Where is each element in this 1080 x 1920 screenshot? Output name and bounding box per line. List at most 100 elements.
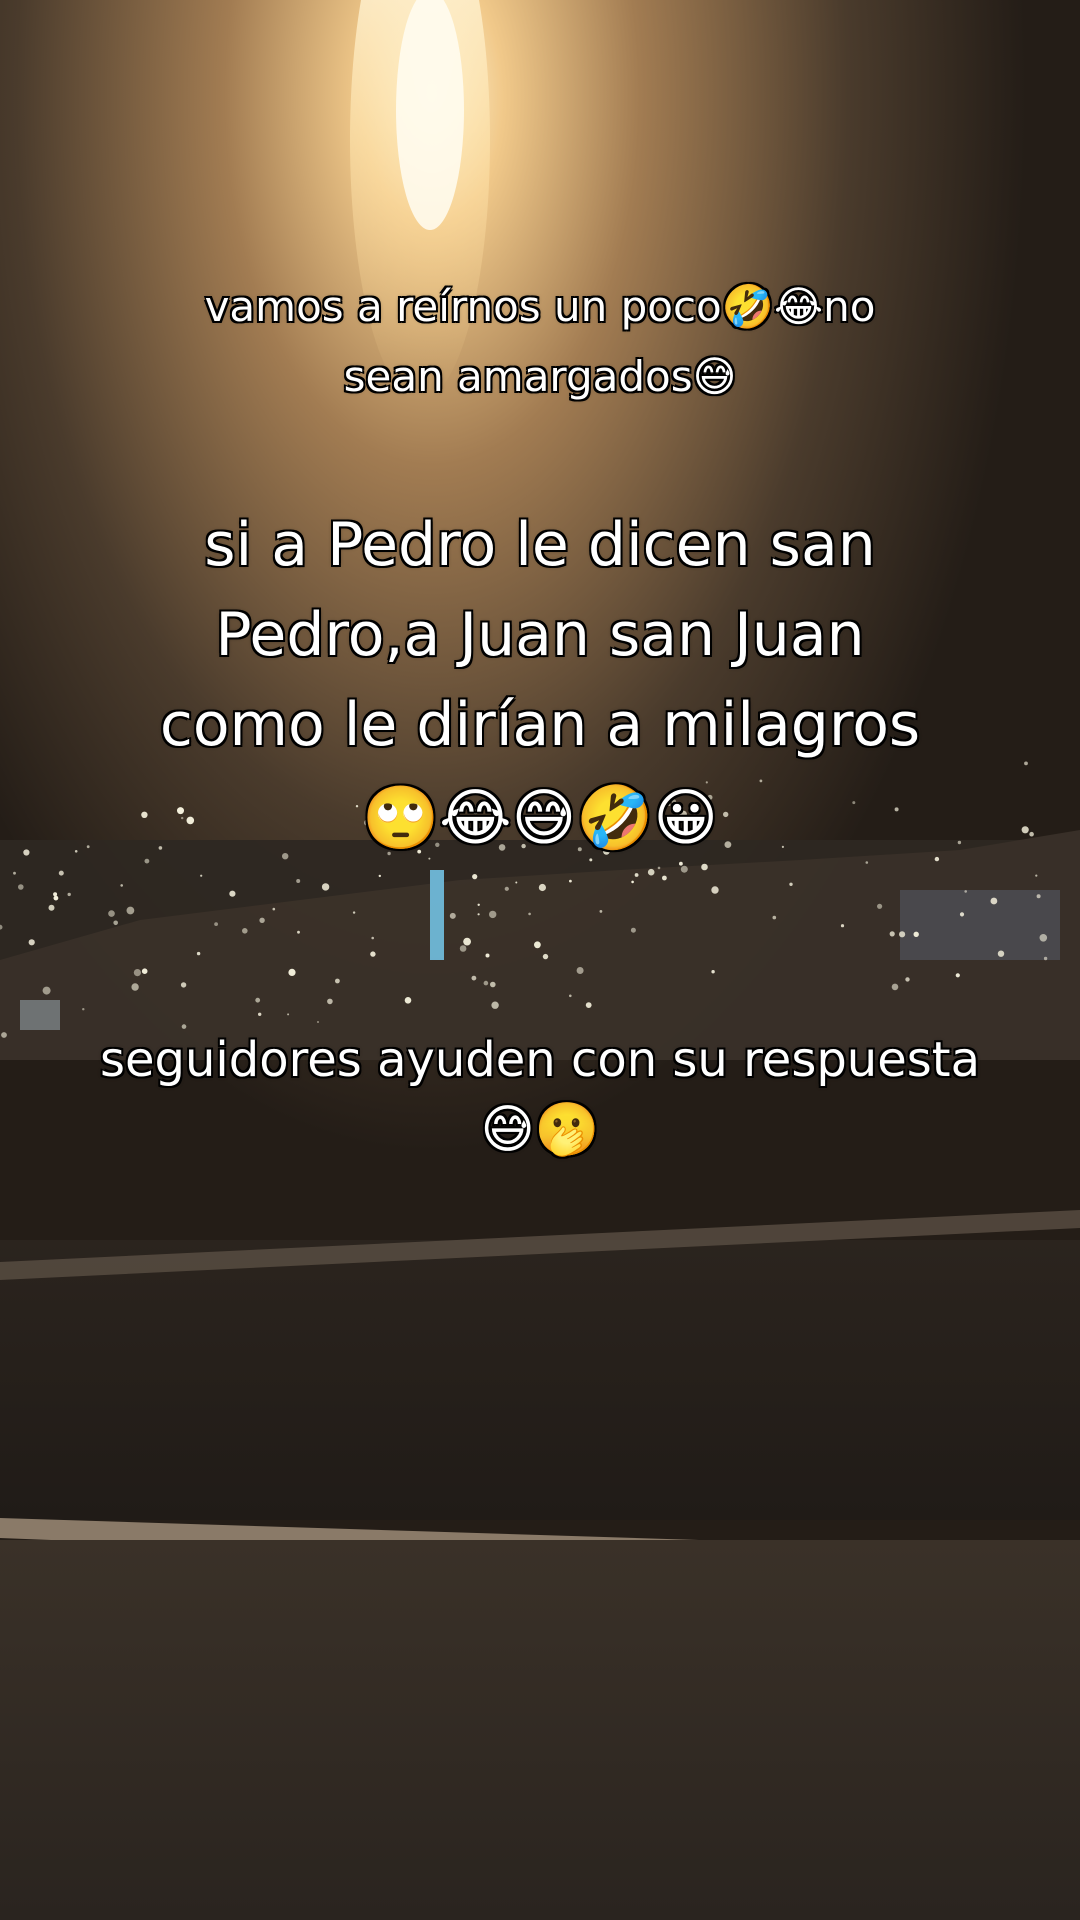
city-light bbox=[662, 875, 667, 881]
city-light bbox=[258, 1012, 262, 1016]
city-light bbox=[200, 874, 203, 877]
city-light bbox=[327, 998, 333, 1005]
city-light bbox=[899, 931, 906, 938]
caption-main-emoji-line: 🙄😂😅🤣😀 bbox=[361, 780, 719, 855]
city-light bbox=[259, 917, 265, 923]
city-light bbox=[889, 931, 895, 937]
city-light bbox=[180, 982, 187, 988]
city-light bbox=[631, 880, 634, 884]
city-light bbox=[82, 1008, 85, 1011]
city-light bbox=[255, 997, 261, 1003]
city-light bbox=[141, 968, 148, 974]
city-light bbox=[317, 1021, 319, 1023]
ground bbox=[0, 1540, 1080, 1920]
caption-top: vamos a reírnos un poco🤣😂no sean amargad… bbox=[0, 272, 1080, 412]
city-light bbox=[1039, 934, 1048, 942]
city-light bbox=[569, 994, 572, 998]
city-light bbox=[789, 882, 793, 886]
city-light bbox=[126, 906, 135, 915]
wall bbox=[0, 1240, 1080, 1520]
city-light bbox=[48, 904, 55, 911]
city-light bbox=[352, 911, 356, 914]
city-light bbox=[131, 983, 139, 991]
caption-main-line-3: como le dirían a milagros bbox=[159, 689, 921, 761]
city-light bbox=[576, 967, 584, 974]
city-light bbox=[997, 950, 1005, 957]
city-light bbox=[711, 886, 719, 894]
caption-bottom-line-1: seguidores ayuden con su respuesta bbox=[99, 1031, 981, 1089]
city-light bbox=[657, 866, 661, 870]
city-light bbox=[477, 903, 480, 906]
city-light bbox=[1036, 894, 1041, 899]
city-light bbox=[491, 1001, 499, 1009]
city-light bbox=[53, 895, 59, 901]
city-light bbox=[680, 865, 688, 873]
city-light bbox=[485, 953, 490, 958]
city-light bbox=[335, 978, 340, 984]
caption-bottom: seguidores ayuden con su respuesta 😅🫢 bbox=[0, 1026, 1080, 1166]
city-light bbox=[288, 968, 296, 977]
caption-main: si a Pedro le dicen san Pedro,a Juan san… bbox=[0, 500, 1080, 866]
city-light bbox=[459, 945, 467, 952]
caption-bottom-emoji-line: 😅🫢 bbox=[480, 1099, 601, 1161]
city-light bbox=[42, 986, 51, 995]
city-light bbox=[569, 879, 572, 883]
city-light bbox=[1035, 874, 1038, 877]
city-light bbox=[534, 941, 541, 949]
city-light bbox=[877, 903, 883, 909]
city-light bbox=[321, 883, 330, 891]
city-light bbox=[53, 892, 58, 897]
city-light bbox=[585, 1002, 592, 1008]
city-light bbox=[913, 931, 919, 937]
city-light bbox=[58, 870, 64, 876]
city-light bbox=[449, 912, 456, 919]
city-light bbox=[196, 951, 201, 956]
city-light bbox=[1043, 956, 1048, 961]
city-light bbox=[711, 970, 715, 974]
city-light bbox=[472, 874, 478, 880]
city-light bbox=[634, 873, 639, 877]
video-frame: vamos a reírnos un poco🤣😂no sean amargad… bbox=[0, 0, 1080, 1920]
caption-top-line-2: sean amargados😅 bbox=[343, 351, 738, 402]
city-light bbox=[404, 997, 412, 1004]
caption-top-line-1: vamos a reírnos un poco🤣😂no bbox=[204, 281, 877, 332]
city-light bbox=[214, 922, 219, 926]
city-light bbox=[528, 912, 531, 916]
city-light bbox=[28, 939, 35, 946]
city-light bbox=[477, 913, 480, 916]
city-light bbox=[242, 928, 248, 934]
city-light bbox=[471, 975, 477, 981]
city-light bbox=[287, 1013, 290, 1016]
city-light bbox=[542, 953, 549, 960]
city-light bbox=[891, 983, 899, 991]
city-light bbox=[13, 871, 16, 875]
city-light bbox=[840, 924, 845, 928]
city-light bbox=[964, 890, 967, 893]
city-light bbox=[504, 886, 509, 891]
city-light bbox=[229, 890, 236, 897]
city-light bbox=[483, 980, 489, 986]
city-light bbox=[378, 874, 381, 878]
city-light bbox=[599, 910, 603, 913]
city-light bbox=[955, 973, 960, 978]
city-light bbox=[490, 981, 496, 988]
city-light bbox=[297, 930, 300, 934]
city-light bbox=[515, 881, 518, 884]
city-light bbox=[296, 879, 301, 883]
city-light bbox=[489, 910, 497, 919]
city-light bbox=[772, 915, 777, 920]
city-light bbox=[120, 884, 123, 887]
city-light bbox=[630, 927, 636, 933]
caption-main-line-2: Pedro,a Juan san Juan bbox=[214, 599, 865, 671]
city-light bbox=[990, 897, 998, 905]
caption-main-line-1: si a Pedro le dicen san bbox=[203, 509, 876, 581]
city-light bbox=[67, 892, 71, 897]
city-light bbox=[113, 920, 118, 926]
city-light bbox=[538, 883, 547, 892]
city-light bbox=[371, 936, 375, 940]
city-light bbox=[647, 868, 655, 876]
city-light bbox=[959, 912, 965, 917]
city-light bbox=[463, 937, 471, 946]
light-core bbox=[396, 0, 464, 230]
city-light bbox=[905, 977, 910, 982]
